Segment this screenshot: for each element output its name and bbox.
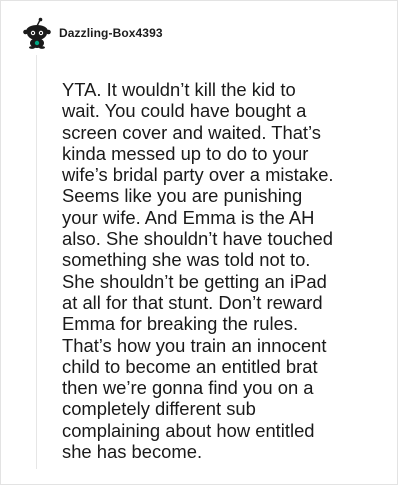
user-avatar[interactable] [21, 17, 53, 49]
comment-card: Dazzling-Box4393 YTA. It wouldn’t kill t… [0, 0, 398, 485]
comment-author[interactable]: Dazzling-Box4393 [59, 26, 163, 40]
comment-header: Dazzling-Box4393 [21, 17, 163, 49]
comment-body: YTA. It wouldn’t kill the kid to wait. Y… [62, 79, 334, 463]
snoo-avatar-icon [23, 17, 51, 49]
thread-line[interactable] [36, 55, 37, 469]
